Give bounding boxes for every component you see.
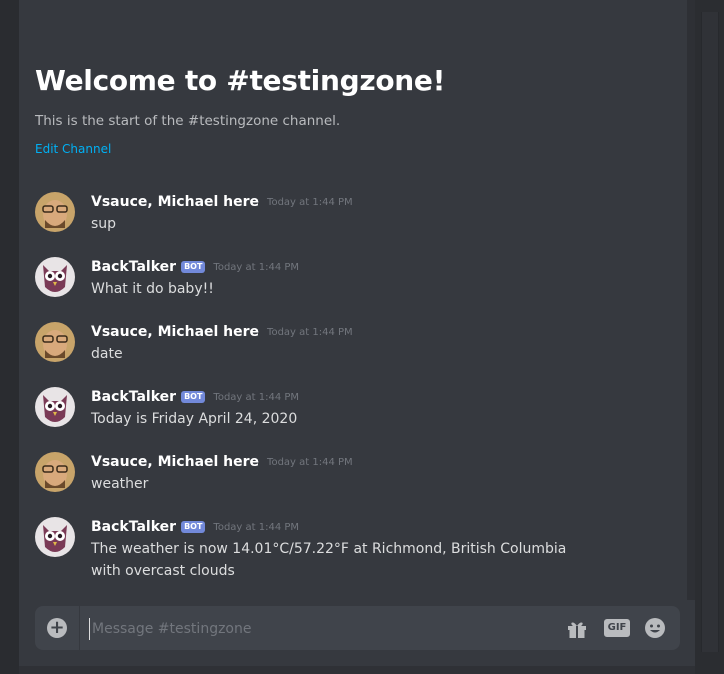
app-window: Welcome to #testingzone! This is the sta… xyxy=(0,0,724,674)
channel-welcome: Welcome to #testingzone! This is the sta… xyxy=(35,64,445,156)
message-timestamp: Today at 1:44 PM xyxy=(213,521,300,533)
welcome-title: Welcome to #testingzone! xyxy=(35,64,446,97)
message-composer: + GIF xyxy=(35,606,680,650)
owl-avatar[interactable] xyxy=(35,517,75,557)
scrollbar-track[interactable] xyxy=(687,0,695,600)
message-text: The weather is now 14.01°C/57.22°F at Ri… xyxy=(91,541,567,579)
message-text: sup xyxy=(91,216,117,232)
message-timestamp: Today at 1:44 PM xyxy=(267,456,353,468)
message-text: date xyxy=(91,346,123,362)
message-input[interactable] xyxy=(89,618,554,640)
gift-icon[interactable] xyxy=(566,618,588,640)
gif-button[interactable]: GIF xyxy=(604,619,630,637)
message-timestamp: Today at 1:44 PM xyxy=(267,326,353,338)
person-avatar[interactable] xyxy=(35,322,75,362)
add-attachment-button[interactable]: + xyxy=(47,618,67,638)
bot-badge: BOT xyxy=(181,521,206,533)
message-timestamp: Today at 1:44 PM xyxy=(213,261,300,273)
emoji-icon[interactable] xyxy=(644,617,666,639)
message-text: weather xyxy=(91,476,149,492)
right-edge-panel xyxy=(695,0,724,674)
owl-avatar[interactable] xyxy=(35,387,75,427)
message-text: What it do baby!! xyxy=(91,281,214,297)
person-avatar[interactable] xyxy=(35,192,75,232)
person-avatar[interactable] xyxy=(35,452,75,492)
message-author[interactable]: Vsauce, Michael here xyxy=(91,454,259,470)
message-author[interactable]: BackTalker xyxy=(91,389,176,405)
bot-badge: BOT xyxy=(181,261,206,273)
bot-badge: BOT xyxy=(181,391,206,403)
message-author[interactable]: BackTalker xyxy=(91,259,176,275)
message-timestamp: Today at 1:44 PM xyxy=(213,391,300,403)
left-edge-panel xyxy=(0,0,19,674)
chat-pane: Welcome to #testingzone! This is the sta… xyxy=(19,0,695,666)
welcome-subtitle: This is the start of the #testingzone ch… xyxy=(35,113,341,129)
right-scroll-track[interactable] xyxy=(701,12,719,652)
message-author[interactable]: Vsauce, Michael here xyxy=(91,324,259,340)
owl-avatar[interactable] xyxy=(35,257,75,297)
message-text: Today is Friday April 24, 2020 xyxy=(91,411,298,427)
composer-divider xyxy=(79,606,80,650)
message-author[interactable]: BackTalker xyxy=(91,519,176,535)
message-timestamp: Today at 1:44 PM xyxy=(267,196,353,208)
message-author[interactable]: Vsauce, Michael here xyxy=(91,194,259,210)
edit-channel-link[interactable]: Edit Channel xyxy=(35,142,445,156)
